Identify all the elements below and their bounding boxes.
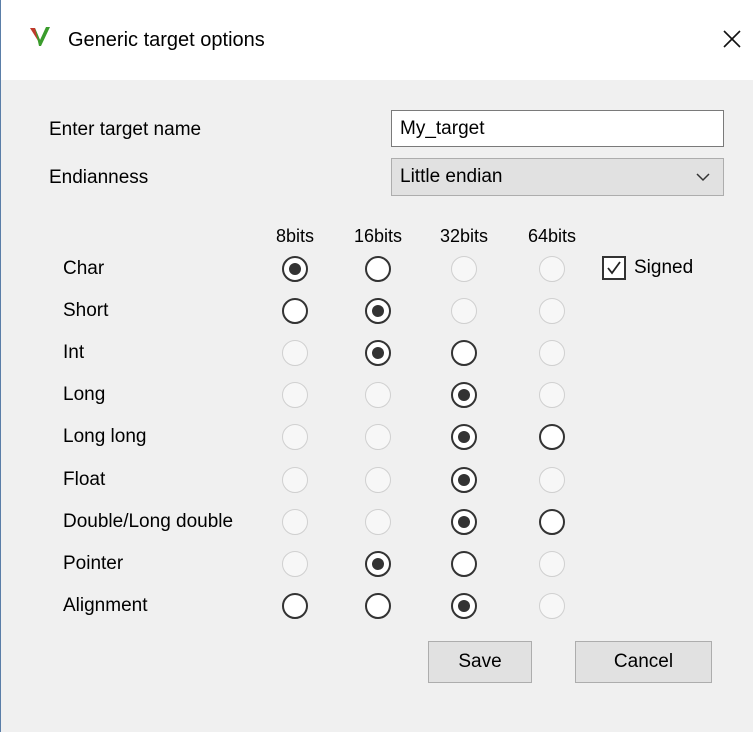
radio-dot bbox=[289, 263, 301, 275]
row-label: Short bbox=[63, 300, 109, 321]
row-label: Long bbox=[63, 384, 106, 405]
radio-long-long-16bits bbox=[365, 424, 391, 450]
radio-double-long-double-16bits bbox=[365, 509, 391, 535]
radio-long-32bits[interactable] bbox=[451, 382, 477, 408]
row-label: Char bbox=[63, 258, 105, 279]
row-label: Float bbox=[63, 469, 106, 490]
row-label: Double/Long double bbox=[63, 511, 234, 532]
radio-dot bbox=[458, 431, 470, 443]
radio-float-64bits bbox=[539, 467, 565, 493]
radio-dot bbox=[458, 600, 470, 612]
radio-dot bbox=[458, 516, 470, 528]
radio-int-64bits bbox=[539, 340, 565, 366]
window-title: Generic target options bbox=[68, 29, 265, 51]
radio-alignment-64bits bbox=[539, 593, 565, 619]
radio-long-64bits bbox=[539, 382, 565, 408]
endianness-select[interactable]: Little endian bbox=[391, 158, 724, 196]
chevron-down-icon bbox=[696, 173, 710, 182]
radio-char-32bits bbox=[451, 256, 477, 282]
radio-pointer-16bits[interactable] bbox=[365, 551, 391, 577]
close-icon[interactable] bbox=[719, 26, 745, 52]
radio-pointer-32bits[interactable] bbox=[451, 551, 477, 577]
dialog-window: Generic target options Enter target name… bbox=[0, 0, 753, 732]
column-header-16bits: 16bits bbox=[353, 226, 403, 246]
radio-long-long-64bits[interactable] bbox=[539, 424, 565, 450]
cancel-button[interactable]: Cancel bbox=[575, 641, 712, 683]
row-label: Int bbox=[63, 342, 85, 363]
radio-double-long-double-32bits[interactable] bbox=[451, 509, 477, 535]
radio-pointer-64bits bbox=[539, 551, 565, 577]
signed-checkbox[interactable] bbox=[602, 256, 626, 280]
save-button[interactable]: Save bbox=[428, 641, 532, 683]
radio-dot bbox=[458, 389, 470, 401]
endianness-label: Endianness bbox=[49, 167, 149, 188]
radio-long-16bits bbox=[365, 382, 391, 408]
radio-alignment-32bits[interactable] bbox=[451, 593, 477, 619]
radio-double-long-double-8bits bbox=[282, 509, 308, 535]
radio-char-64bits bbox=[539, 256, 565, 282]
radio-alignment-8bits[interactable] bbox=[282, 593, 308, 619]
radio-short-16bits[interactable] bbox=[365, 298, 391, 324]
column-header-32bits: 32bits bbox=[439, 226, 489, 246]
radio-pointer-8bits bbox=[282, 551, 308, 577]
radio-alignment-16bits[interactable] bbox=[365, 593, 391, 619]
radio-long-long-32bits[interactable] bbox=[451, 424, 477, 450]
endianness-value: Little endian bbox=[400, 166, 503, 187]
radio-short-64bits bbox=[539, 298, 565, 324]
radio-int-8bits bbox=[282, 340, 308, 366]
row-label: Alignment bbox=[63, 595, 148, 616]
target-name-input[interactable] bbox=[391, 110, 724, 147]
radio-float-8bits bbox=[282, 467, 308, 493]
radio-double-long-double-64bits[interactable] bbox=[539, 509, 565, 535]
radio-dot bbox=[372, 558, 384, 570]
radio-long-8bits bbox=[282, 382, 308, 408]
title-bar: Generic target options bbox=[1, 0, 753, 80]
radio-char-16bits[interactable] bbox=[365, 256, 391, 282]
checkmark-icon bbox=[607, 261, 621, 275]
radio-dot bbox=[372, 305, 384, 317]
row-label: Long long bbox=[63, 426, 147, 447]
radio-dot bbox=[458, 474, 470, 486]
column-header-8bits: 8bits bbox=[275, 226, 315, 246]
radio-float-32bits[interactable] bbox=[451, 467, 477, 493]
radio-float-16bits bbox=[365, 467, 391, 493]
row-label: Pointer bbox=[63, 553, 124, 574]
radio-long-long-8bits bbox=[282, 424, 308, 450]
radio-int-32bits[interactable] bbox=[451, 340, 477, 366]
radio-short-8bits[interactable] bbox=[282, 298, 308, 324]
signed-label[interactable]: Signed bbox=[634, 255, 693, 281]
radio-char-8bits[interactable] bbox=[282, 256, 308, 282]
v-logo-icon bbox=[30, 27, 50, 46]
radio-short-32bits bbox=[451, 298, 477, 324]
radio-dot bbox=[372, 347, 384, 359]
target-name-label: Enter target name bbox=[49, 119, 202, 140]
column-header-64bits: 64bits bbox=[527, 226, 577, 246]
radio-int-16bits[interactable] bbox=[365, 340, 391, 366]
